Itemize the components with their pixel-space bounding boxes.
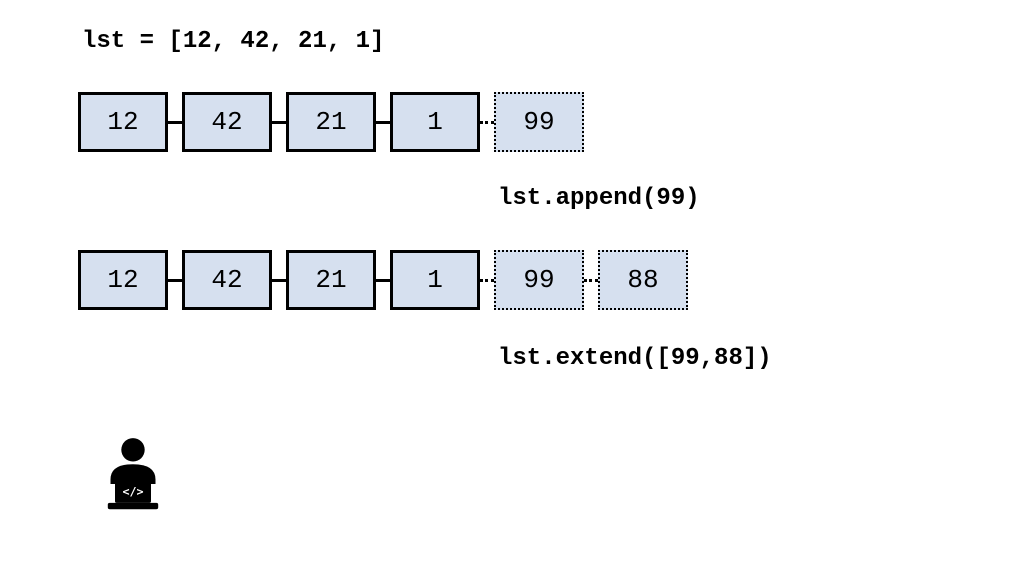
connector — [272, 121, 286, 124]
list-item: 42 — [182, 250, 272, 310]
connector — [168, 279, 182, 282]
svg-text:</>: </> — [122, 485, 143, 499]
connector — [376, 279, 390, 282]
connector-dotted — [480, 279, 494, 282]
list-item: 21 — [286, 92, 376, 152]
connector-dotted — [584, 279, 598, 282]
list-item: 42 — [182, 92, 272, 152]
programmer-icon: </> — [88, 430, 178, 525]
appended-item: 99 — [494, 92, 584, 152]
extended-item: 99 — [494, 250, 584, 310]
connector — [272, 279, 286, 282]
code-append: lst.append(99) — [498, 185, 700, 212]
list-item: 12 — [78, 250, 168, 310]
list-item: 21 — [286, 250, 376, 310]
list-item: 1 — [390, 92, 480, 152]
append-row: 12 42 21 1 99 — [78, 92, 584, 152]
list-item: 12 — [78, 92, 168, 152]
extended-item: 88 — [598, 250, 688, 310]
list-item: 1 — [390, 250, 480, 310]
code-declaration: lst = [12, 42, 21, 1] — [82, 28, 384, 55]
connector-dotted — [480, 121, 494, 124]
connector — [376, 121, 390, 124]
code-extend: lst.extend([99,88]) — [498, 345, 772, 372]
connector — [168, 121, 182, 124]
extend-row: 12 42 21 1 99 88 — [78, 250, 688, 310]
